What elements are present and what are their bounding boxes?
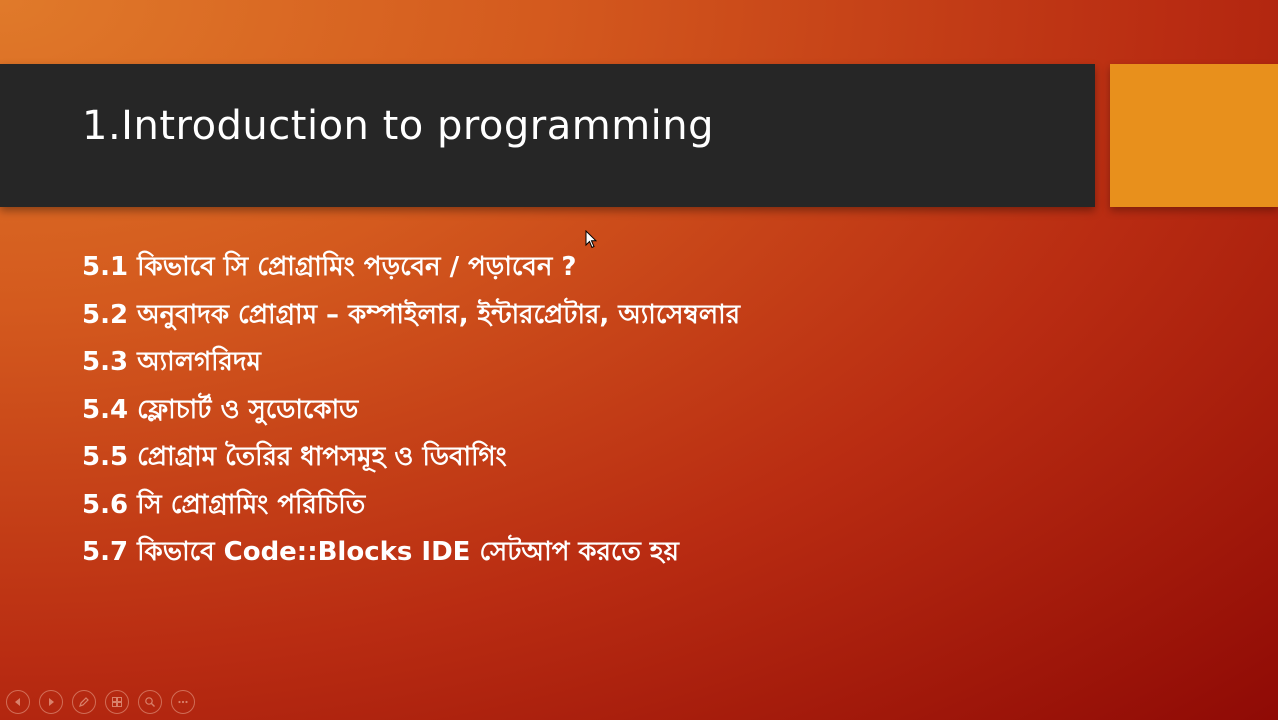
slide-sorter-icon[interactable] — [105, 690, 129, 714]
pen-icon[interactable] — [72, 690, 96, 714]
bullet-item: 5.3 অ্যালগরিদম — [82, 347, 261, 377]
slide-title: 1.Introduction to programming — [82, 103, 715, 149]
bullet-item: 5.6 সি প্রোগ্রামিং পরিচিতি — [82, 489, 366, 520]
slide: 1.Introduction to programming 5.1 কিভাবে… — [0, 0, 1278, 720]
bullet-item: 5.5 প্রোগ্রাম তৈরির ধাপসমূহ ও ডিবাগিং — [82, 442, 507, 472]
bullet-item: 5.7 কিভাবে Code::Blocks IDE সেটআপ করতে হ… — [82, 537, 679, 567]
slideshow-controls — [6, 690, 195, 714]
bullet-item: 5.2 অনুবাদক প্রোগ্রাম – কম্পাইলার, ইন্টা… — [82, 299, 740, 330]
zoom-icon[interactable] — [138, 690, 162, 714]
bullet-item: 5.4 ফ্লোচার্ট ও সুডোকোড — [82, 394, 359, 425]
next-slide-icon[interactable] — [39, 690, 63, 714]
previous-slide-icon[interactable] — [6, 690, 30, 714]
bullet-list: 5.1 কিভাবে সি প্রোগ্রামিং পড়বেন / পড়াব… — [82, 244, 740, 577]
accent-block — [1110, 64, 1278, 207]
bullet-item: 5.1 কিভাবে সি প্রোগ্রামিং পড়বেন / পড়াব… — [82, 252, 577, 282]
more-options-icon[interactable] — [171, 690, 195, 714]
